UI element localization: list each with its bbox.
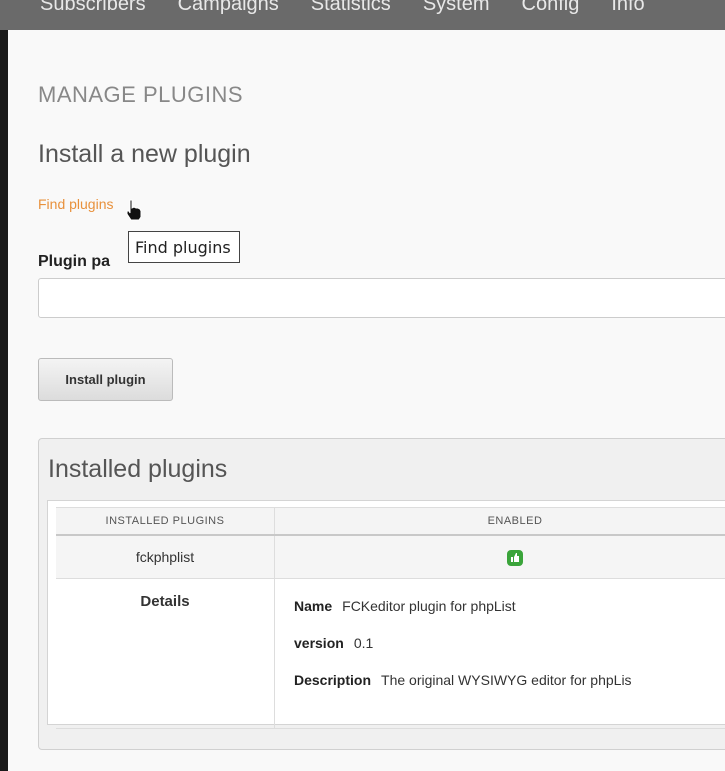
page-title: MANAGE PLUGINS bbox=[38, 82, 244, 107]
detail-name-label: Name bbox=[294, 598, 333, 614]
table-row: Details Name FCKeditor plugin for phpList… bbox=[56, 578, 725, 729]
thumbs-up-icon[interactable] bbox=[507, 549, 523, 566]
nav-campaigns[interactable]: Campaigns bbox=[178, 0, 279, 16]
plugin-enabled-cell bbox=[274, 535, 725, 579]
find-plugins-tooltip: Find plugins bbox=[128, 231, 240, 263]
detail-name-row: Name FCKeditor plugin for phpList bbox=[294, 598, 725, 635]
table-row: fckphplist bbox=[56, 535, 725, 579]
plugin-path-input[interactable] bbox=[38, 278, 725, 318]
install-plugin-button[interactable]: Install plugin bbox=[38, 358, 173, 401]
nav-subscribers[interactable]: Subscribers bbox=[40, 0, 146, 16]
top-menu: Subscribers Campaigns Statistics System … bbox=[40, 0, 677, 16]
detail-name-value: FCKeditor plugin for phpList bbox=[342, 598, 516, 614]
installed-plugins-table: INSTALLED PLUGINS ENABLED fckphplist Det… bbox=[56, 507, 725, 729]
detail-version-value: 0.1 bbox=[353, 635, 374, 651]
column-header-enabled: ENABLED bbox=[274, 507, 725, 536]
details-list: Name FCKeditor plugin for phpList version… bbox=[276, 580, 725, 709]
top-navigation-bar: Subscribers Campaigns Statistics System … bbox=[0, 0, 725, 30]
detail-description-value: The original WYSIWYG editor for phpLis bbox=[381, 672, 632, 688]
installed-plugins-table-wrapper: INSTALLED PLUGINS ENABLED fckphplist Det… bbox=[47, 500, 725, 729]
installed-plugins-title: Installed plugins bbox=[48, 455, 228, 483]
plugin-path-label: Plugin pa bbox=[38, 253, 110, 270]
detail-description-label: Description bbox=[294, 672, 372, 688]
main-content: MANAGE PLUGINS Install a new plugin Find… bbox=[8, 30, 725, 771]
installed-plugins-panel: Installed plugins INSTALLED PLUGINS ENAB… bbox=[38, 438, 725, 750]
find-plugins-link[interactable]: Find plugins bbox=[38, 196, 114, 212]
install-section-title: Install a new plugin bbox=[38, 140, 251, 168]
nav-system[interactable]: System bbox=[423, 0, 490, 16]
nav-statistics[interactable]: Statistics bbox=[311, 0, 391, 16]
detail-version-label: version bbox=[294, 635, 344, 651]
hand-cursor-icon bbox=[126, 199, 142, 221]
plugin-name-cell: fckphplist bbox=[56, 535, 275, 579]
nav-info[interactable]: Info bbox=[611, 0, 644, 16]
details-cell: Name FCKeditor plugin for phpList version… bbox=[274, 578, 725, 729]
detail-version-row: version 0.1 bbox=[294, 635, 725, 672]
details-label: Details bbox=[56, 578, 275, 729]
nav-config[interactable]: Config bbox=[522, 0, 580, 16]
detail-description-row: Description The original WYSIWYG editor f… bbox=[294, 672, 725, 709]
column-header-installed-plugins: INSTALLED PLUGINS bbox=[56, 507, 275, 536]
